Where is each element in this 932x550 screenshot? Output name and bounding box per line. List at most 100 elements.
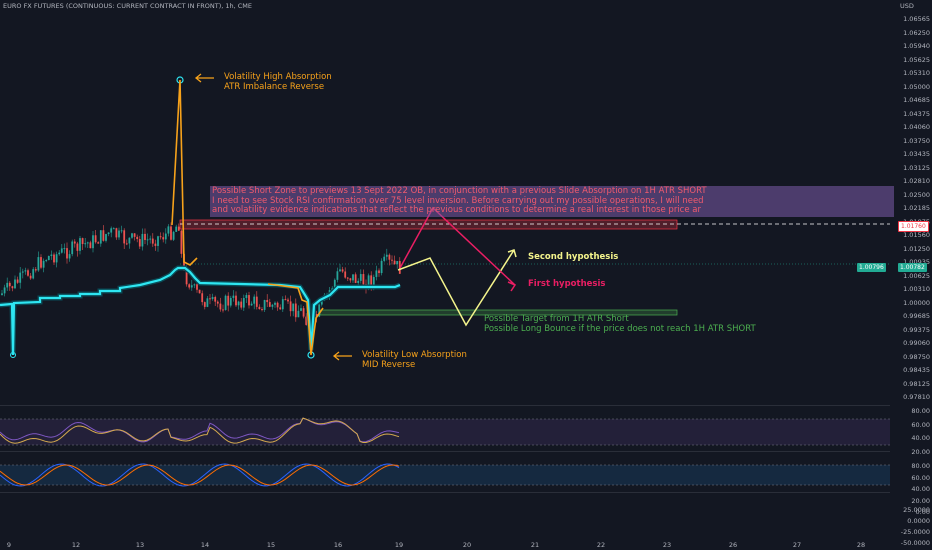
price-tick-label: 0.99375	[903, 325, 930, 334]
candle-body	[370, 275, 373, 286]
rsi-tick-label: 80.00	[911, 407, 930, 415]
candle-body	[14, 279, 16, 289]
candle-body	[55, 254, 58, 263]
currency-label: USD	[900, 2, 914, 10]
time-tick-label: 23	[662, 541, 672, 549]
candle-body	[157, 236, 159, 246]
candle-body	[79, 238, 81, 251]
candle-body	[393, 260, 396, 265]
candle-body	[107, 232, 110, 235]
candle-body	[271, 304, 274, 307]
stoch-tick-label: 80.00	[911, 462, 930, 470]
price-tick-label: 0.98750	[903, 352, 930, 361]
candle-body	[289, 301, 292, 312]
candle-body	[391, 259, 393, 261]
price-tick-label: 1.02185	[903, 204, 930, 212]
candle-body	[11, 286, 14, 289]
candle-body	[388, 254, 391, 260]
candle-body	[154, 243, 157, 246]
time-tick-label: 15	[266, 541, 276, 549]
price-tick-label: 1.06565	[903, 15, 930, 23]
candle-body	[71, 241, 74, 255]
candle-body	[180, 230, 183, 254]
price-tick-label: 1.02810	[903, 177, 930, 185]
candle-body	[110, 228, 113, 233]
candle-body	[97, 242, 100, 244]
candle-body	[362, 274, 365, 285]
high-spike-line	[171, 79, 198, 266]
candle-body	[203, 302, 206, 307]
candle-body	[120, 230, 123, 232]
candle-body	[29, 275, 32, 279]
chart-window[interactable]: EURO FX FUTURES (CONTINUOUS: CURRENT CON…	[0, 0, 932, 550]
candle-body	[84, 243, 87, 245]
price-chart[interactable]	[0, 0, 932, 550]
candle-body	[138, 239, 141, 247]
candle-body	[287, 299, 289, 302]
time-tick-label: 9	[6, 541, 12, 549]
candle-body	[63, 248, 66, 250]
candle-body	[279, 307, 282, 310]
candle-body	[359, 274, 362, 281]
rsi-band	[0, 419, 890, 445]
candle-body	[378, 270, 380, 274]
candle-body	[224, 295, 227, 310]
current-price-tag: 1.00782	[898, 263, 927, 272]
candle-body	[27, 270, 29, 276]
candle-body	[133, 233, 136, 237]
candle-body	[297, 310, 300, 318]
candle-body	[50, 254, 53, 256]
pane-divider	[0, 451, 890, 452]
short-zone-note: Possible Short Zone to previews 13 Sept …	[210, 186, 894, 217]
candle-body	[219, 303, 222, 310]
time-tick-label: 27	[792, 541, 802, 549]
ema-price-tag: 1.00796	[857, 263, 886, 272]
candle-body	[53, 254, 55, 263]
short-zone-line3: and volatility evidence indications that…	[212, 205, 701, 216]
stoch-tick-label: 20.00	[911, 496, 930, 505]
candle-body	[76, 243, 79, 251]
symbol-title: EURO FX FUTURES (CONTINUOUS: CURRENT CON…	[3, 2, 253, 10]
candle-body	[86, 242, 89, 244]
candle-body	[261, 309, 263, 311]
candle-body	[188, 284, 191, 288]
candle-body	[268, 302, 271, 307]
time-tick-label: 22	[596, 541, 606, 549]
candle-body	[266, 299, 269, 303]
candle-body	[237, 301, 240, 306]
candle-body	[8, 282, 11, 287]
rsi-tick-label: 20.00	[911, 447, 930, 456]
candle-body	[248, 295, 250, 306]
price-tick-label: 0.98435	[903, 366, 930, 374]
candle-body	[118, 230, 120, 238]
candle-body	[149, 238, 152, 240]
price-tick-label: 1.05000	[903, 82, 930, 91]
candle-body	[66, 248, 68, 259]
high-absorption-note: Volatility High Absorption ATR Imbalance…	[224, 72, 332, 92]
high-arrow-icon	[194, 73, 214, 83]
price-tick-label: 1.01560	[903, 231, 930, 239]
rsi-tick-label: 60.00	[911, 420, 930, 429]
candle-body	[102, 230, 105, 241]
stoch-tick-label: 40.00	[911, 485, 930, 493]
candle-body	[346, 277, 349, 279]
candle-body	[73, 241, 76, 244]
price-tick-label: 1.03750	[903, 136, 930, 145]
candle-body	[170, 226, 172, 240]
candle-body	[47, 255, 50, 261]
price-tick-label: 1.04375	[903, 109, 930, 118]
price-tick-label: 1.02500	[903, 190, 930, 199]
candle-body	[292, 303, 295, 312]
extra-tick-label: 0.0000	[907, 517, 930, 525]
candle-body	[16, 279, 19, 283]
candle-body	[349, 278, 352, 281]
candle-body	[6, 282, 9, 288]
candle-body	[242, 298, 245, 308]
candle-body	[263, 299, 266, 310]
candle-body	[383, 256, 386, 261]
candle-body	[245, 295, 248, 299]
candle-body	[240, 301, 243, 308]
first-hypothesis-label: First hypothesis	[528, 279, 606, 289]
price-tick-label: 1.00000	[903, 298, 930, 307]
low-absorption-note: Volatility Low Absorption MID Reverse	[362, 350, 467, 370]
